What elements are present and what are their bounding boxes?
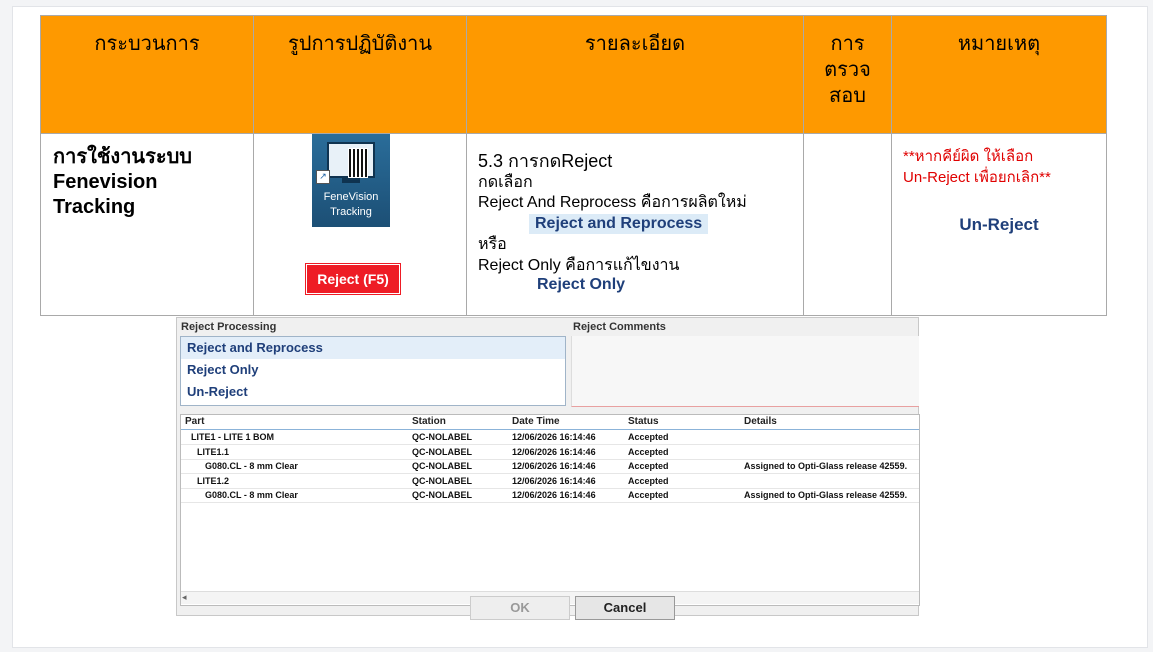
header-row: กระบวนการ รูปการปฏิบัติงาน รายละเอียด กา… <box>40 15 1107 134</box>
header-process: กระบวนการ <box>40 15 254 134</box>
reject-dialog: Reject Processing Reject Comments Reject… <box>176 317 920 620</box>
cell-datetime: 12/06/2026 16:14:46 <box>512 490 596 500</box>
column-status[interactable]: Status <box>628 416 659 427</box>
cell-status: Accepted <box>628 461 669 471</box>
ok-button[interactable]: OK <box>470 596 570 620</box>
cell-part: G080.CL - 8 mm Clear <box>205 461 298 471</box>
table-row[interactable]: G080.CL - 8 mm Clear QC-NOLABEL 12/06/2026… <box>181 488 919 503</box>
list-item-reject-and-reprocess[interactable]: Reject and Reprocess <box>181 337 565 359</box>
app-icon-label: FeneVision Tracking <box>323 191 379 218</box>
note-cell: **หากคีย์ผิด ให้เลือก Un-Reject เพื่อยกเ… <box>891 133 1107 316</box>
shortcut-arrow-icon: ↗ <box>316 170 330 184</box>
cell-station: QC-NOLABEL <box>412 446 472 457</box>
detail-line3: Reject Only คือการแก้ไขงาน <box>478 257 680 274</box>
cell-datetime: 12/06/2026 16:14:46 <box>512 432 596 442</box>
scroll-left-arrow-icon[interactable]: ◂ <box>182 592 187 603</box>
table-row[interactable]: LITE1.1 QC-NOLABEL 12/06/2026 16:14:46 Acce… <box>181 445 919 460</box>
cell-station: QC-NOLABEL <box>412 432 472 442</box>
header-detail: รายละเอียด <box>466 15 804 134</box>
procedure-table: กระบวนการ รูปการปฏิบัติงาน รายละเอียด กา… <box>40 15 1107 316</box>
column-details[interactable]: Details <box>744 416 777 427</box>
table-row[interactable]: LITE1 - LITE 1 BOM QC-NOLABEL 12/06/2026 1… <box>181 430 919 445</box>
cell-part: LITE1.2 <box>197 475 230 486</box>
cell-status: Accepted <box>628 490 669 500</box>
cell-part: LITE1.1 <box>197 446 230 457</box>
check-cell <box>803 133 892 316</box>
option-un-reject: Un-Reject <box>959 215 1039 234</box>
cell-station: QC-NOLABEL <box>412 490 472 500</box>
detail-line2: Reject And Reprocess คือการผลิตใหม่ <box>478 194 747 211</box>
cell-datetime: 12/06/2026 16:14:46 <box>512 475 596 486</box>
cell-part: G080.CL - 8 mm Clear <box>205 490 298 500</box>
reject-f5-button: Reject (F5) <box>306 264 400 294</box>
cell-status: Accepted <box>628 475 669 486</box>
column-part[interactable]: Part <box>185 416 204 427</box>
detail-cell: 5.3 การกดReject กดเลือก Reject And Repro… <box>466 133 804 316</box>
barcode-icon <box>348 148 368 178</box>
cell-details: Assigned to Opti-Glass release 42559. <box>744 490 908 500</box>
content-row: การใช้งานระบบ Fenevision Tracking ↗ Fene… <box>40 133 1107 316</box>
cell-datetime: 12/06/2026 16:14:46 <box>512 461 596 471</box>
reject-processing-list[interactable]: Reject and Reprocess Reject Only Un-Reje… <box>180 336 566 406</box>
image-cell: ↗ FeneVision Tracking Reject (F5) <box>253 133 467 316</box>
table-row[interactable]: G080.CL - 8 mm Clear QC-NOLABEL 12/06/2026… <box>181 459 919 474</box>
cell-datetime: 12/06/2026 16:14:46 <box>512 446 596 457</box>
list-item-reject-only[interactable]: Reject Only <box>181 359 565 381</box>
cell-part: LITE1 - LITE 1 BOM <box>191 432 275 442</box>
header-practice-image: รูปการปฏิบัติงาน <box>253 15 467 134</box>
cell-details: Assigned to Opti-Glass release 42559. <box>744 461 908 471</box>
reject-comments-label: Reject Comments <box>573 321 666 333</box>
option-reject-only: Reject Only <box>537 276 626 293</box>
option-reject-and-reprocess: Reject and Reprocess <box>529 214 709 234</box>
cell-station: QC-NOLABEL <box>412 461 472 471</box>
cell-station: QC-NOLABEL <box>412 475 472 486</box>
grid-header: Part Station Date Time Status Details <box>181 415 919 430</box>
reject-comments-textarea[interactable] <box>571 336 919 407</box>
column-datetime[interactable]: Date Time <box>512 416 560 427</box>
column-station[interactable]: Station <box>412 416 446 427</box>
header-check: การ ตรวจ สอบ <box>803 15 892 134</box>
cancel-button[interactable]: Cancel <box>575 596 675 620</box>
monitor-stand <box>342 178 360 183</box>
parts-grid: Part Station Date Time Status Details LI… <box>180 414 920 606</box>
cell-status: Accepted <box>628 432 669 442</box>
list-item-un-reject[interactable]: Un-Reject <box>181 381 565 403</box>
document-page: กระบวนการ รูปการปฏิบัติงาน รายละเอียด กา… <box>12 6 1148 648</box>
table-row[interactable]: LITE1.2 QC-NOLABEL 12/06/2026 16:14:46 Acce… <box>181 474 919 489</box>
process-name: การใช้งานระบบ Fenevision Tracking <box>53 146 192 218</box>
reject-processing-label: Reject Processing <box>181 321 277 333</box>
fenevision-tracking-icon: ↗ FeneVision Tracking <box>312 134 390 227</box>
header-note: หมายเหตุ <box>891 15 1107 134</box>
process-cell: การใช้งานระบบ Fenevision Tracking <box>40 133 254 316</box>
note-warning: **หากคีย์ผิด ให้เลือก Un-Reject เพื่อยกเ… <box>903 148 1051 186</box>
cell-status: Accepted <box>628 446 669 457</box>
